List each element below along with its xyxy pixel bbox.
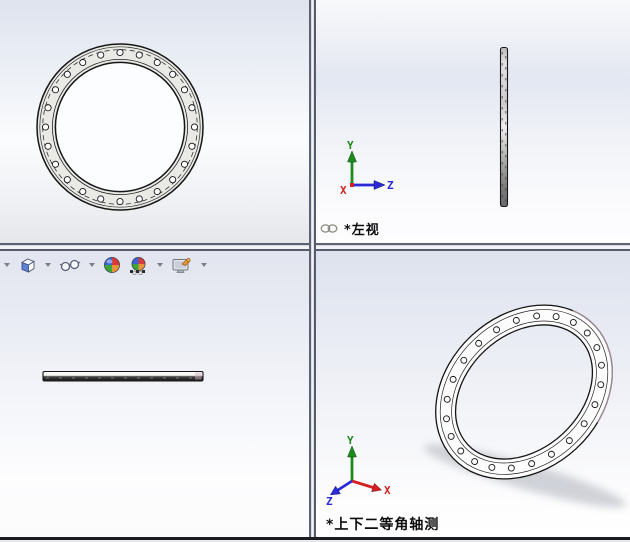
glasses-icon — [59, 259, 81, 272]
x-axis-toward-viewer — [350, 183, 354, 187]
four-view-workspace: Y X Z *左视 Y X Z *上下二等角轴测 — [0, 0, 630, 542]
viewport-splitter-vertical[interactable] — [309, 0, 316, 537]
cube-icon — [21, 257, 35, 273]
viewport-top[interactable] — [0, 251, 309, 537]
dropdown-caret-icon[interactable] — [157, 263, 163, 267]
x-axis-label: X — [384, 484, 391, 497]
apply-scene-button[interactable] — [127, 255, 150, 276]
scene-sphere-icon — [130, 256, 146, 275]
y-axis-label: Y — [347, 140, 354, 152]
heads-up-toolbar — [2, 253, 209, 277]
dropdown-caret-icon[interactable] — [45, 263, 51, 267]
flange-top-view[interactable] — [0, 251, 309, 537]
dropdown-caret-icon[interactable] — [201, 263, 207, 267]
y-axis-label: Y — [347, 436, 354, 447]
viewport-label-left-view: *左视 — [320, 219, 380, 238]
link-icon — [320, 224, 338, 233]
display-style-button[interactable] — [58, 256, 82, 274]
x-axis-label: X — [340, 184, 347, 197]
view-orientation-button[interactable] — [17, 255, 38, 276]
orientation-triad-isometric: Y X Z — [326, 436, 391, 508]
z-axis-arrow — [373, 180, 386, 190]
edit-appearance-button[interactable] — [102, 255, 122, 275]
viewport-left[interactable]: Y X Z *左视 — [316, 0, 630, 243]
orientation-triad: Y X Z — [340, 140, 394, 197]
flange-front-view[interactable] — [0, 0, 309, 243]
checker-base — [130, 269, 145, 275]
viewport-front[interactable] — [0, 0, 309, 243]
y-axis-arrow — [347, 445, 357, 458]
dropdown-caret-icon[interactable] — [89, 263, 95, 267]
view-name-text: *左视 — [344, 223, 380, 238]
view-settings-button[interactable] — [170, 255, 194, 276]
viewport-isometric[interactable]: Y X Z *上下二等角轴测 — [316, 251, 630, 537]
color-sphere-icon — [104, 257, 120, 273]
monitor-hand-icon — [172, 257, 191, 273]
x-axis-arrow — [371, 482, 383, 493]
z-axis-label: Z — [387, 179, 394, 192]
view-name-text: *上下二等角轴测 — [326, 517, 440, 533]
viewport-label-isometric: *上下二等角轴测 — [326, 514, 439, 534]
z-axis-label: Z — [326, 495, 333, 508]
y-axis-arrow — [347, 150, 357, 163]
dropdown-caret-icon[interactable] — [4, 263, 10, 267]
